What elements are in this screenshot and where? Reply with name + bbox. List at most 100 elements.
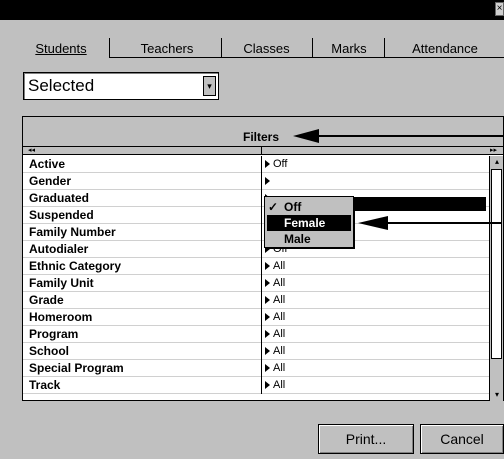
filter-label: Program: [29, 327, 79, 341]
column-divider: [261, 309, 262, 326]
column-divider: [261, 377, 262, 394]
filter-label: Family Number: [29, 225, 116, 239]
column-divider: [261, 360, 262, 377]
filter-value[interactable]: All: [265, 328, 285, 340]
row-expand-icon[interactable]: [265, 262, 270, 270]
option-male[interactable]: Male: [267, 231, 351, 247]
row-expand-icon[interactable]: [265, 177, 270, 185]
filter-value-text: Off: [273, 158, 288, 170]
tab-separator: [109, 38, 110, 58]
column-scroll-bar[interactable]: ◂◂ ▸▸: [23, 147, 503, 155]
filter-label: Active: [29, 157, 66, 171]
column-divider: [261, 326, 262, 343]
table-row[interactable]: Autodialer Off: [23, 241, 489, 258]
table-row[interactable]: Family Number0: [23, 224, 489, 241]
gender-edit-field[interactable]: [355, 197, 486, 211]
table-row[interactable]: School All: [23, 343, 489, 360]
filter-value-text: All: [273, 328, 286, 340]
column-divider: [261, 147, 262, 155]
table-row[interactable]: Family Unit All: [23, 275, 489, 292]
row-expand-icon[interactable]: [265, 279, 270, 287]
vertical-scrollbar[interactable]: ▴ ▾: [489, 156, 503, 401]
filter-value-text: All: [273, 345, 286, 357]
tab-separator: [221, 38, 222, 58]
annotation-arrow-icon: [358, 216, 388, 230]
option-off[interactable]: ✓ Off: [267, 199, 351, 215]
column-divider: [261, 173, 262, 190]
filter-label: Ethnic Category: [29, 259, 122, 273]
filter-value-text: All: [273, 311, 286, 323]
filter-label: Gender: [29, 174, 72, 188]
filters-heading: Filters: [243, 130, 280, 144]
row-expand-icon[interactable]: [265, 296, 270, 304]
table-row[interactable]: Special Program All: [23, 360, 489, 377]
tab-separator: [312, 38, 313, 58]
table-row[interactable]: Homeroom All: [23, 309, 489, 326]
tab-teachers[interactable]: Teachers: [112, 39, 222, 59]
option-label: Female: [284, 216, 326, 230]
table-row[interactable]: Gender: [23, 173, 489, 190]
row-expand-icon[interactable]: [265, 381, 270, 389]
tab-marks[interactable]: Marks: [314, 39, 384, 59]
option-label: Off: [284, 200, 302, 214]
row-expand-icon[interactable]: [265, 364, 270, 372]
filter-value[interactable]: All: [265, 379, 285, 391]
filter-value[interactable]: All: [265, 362, 285, 374]
row-expand-icon[interactable]: [265, 330, 270, 338]
annotation-arrow-icon: [293, 129, 319, 143]
scroll-down-icon[interactable]: ▾: [492, 390, 502, 400]
close-icon[interactable]: ×: [495, 2, 504, 16]
filter-value[interactable]: [265, 175, 273, 187]
table-row[interactable]: Track All: [23, 377, 489, 394]
option-female[interactable]: Female: [267, 215, 351, 231]
filter-value[interactable]: Off: [265, 158, 287, 170]
scroll-up-icon[interactable]: ▴: [492, 157, 502, 167]
filter-label: Special Program: [29, 361, 124, 375]
option-label: Male: [284, 232, 311, 246]
scroll-thumb[interactable]: [491, 169, 502, 359]
filter-label: Suspended: [29, 208, 94, 222]
scroll-left-icon[interactable]: ◂◂: [28, 147, 35, 154]
column-divider: [261, 190, 262, 207]
filter-label: Family Unit: [29, 276, 94, 290]
print-button[interactable]: Print...: [318, 424, 414, 454]
tab-strip-border: [109, 57, 504, 58]
table-row[interactable]: Grade All: [23, 292, 489, 309]
tab-classes[interactable]: Classes: [224, 39, 309, 59]
column-divider: [261, 241, 262, 258]
dialog-window: Students Teachers Classes Marks Attendan…: [0, 20, 504, 459]
checkmark-icon: ✓: [268, 200, 279, 214]
filter-label: Homeroom: [29, 310, 93, 324]
selection-dropdown[interactable]: Selected ▾: [23, 72, 219, 100]
filter-value[interactable]: All: [265, 294, 285, 306]
title-bar: ×: [0, 0, 504, 20]
tab-attendance[interactable]: Attendance: [386, 39, 504, 59]
column-divider: [261, 292, 262, 309]
column-divider: [261, 258, 262, 275]
annotation-arrow-line: [386, 222, 502, 224]
dropdown-arrow-icon[interactable]: ▾: [203, 76, 216, 96]
row-expand-icon[interactable]: [265, 160, 270, 168]
filter-label: Track: [29, 378, 61, 392]
filter-rows: Active Off Gender Graduated Suspended Family …: [23, 156, 489, 394]
filter-value[interactable]: All: [265, 260, 285, 272]
filter-label: Graduated: [29, 191, 90, 205]
filter-value[interactable]: All: [265, 311, 285, 323]
cancel-button[interactable]: Cancel: [420, 424, 504, 454]
scroll-right-icon[interactable]: ▸▸: [490, 147, 497, 154]
filter-value-text: All: [273, 294, 286, 306]
grid-header: Filters: [23, 117, 503, 147]
filter-value[interactable]: All: [265, 277, 285, 289]
column-divider: [261, 343, 262, 360]
filter-value-text: All: [273, 277, 286, 289]
gender-dropdown-list[interactable]: ✓ Off Female Male: [264, 196, 354, 248]
table-row[interactable]: Ethnic Category All: [23, 258, 489, 275]
table-row[interactable]: Program All: [23, 326, 489, 343]
column-divider: [261, 275, 262, 292]
row-expand-icon[interactable]: [265, 347, 270, 355]
tab-students[interactable]: Students: [30, 39, 92, 59]
filter-value-text: All: [273, 260, 286, 272]
row-expand-icon[interactable]: [265, 313, 270, 321]
filter-value[interactable]: All: [265, 345, 285, 357]
table-row[interactable]: Active Off: [23, 156, 489, 173]
